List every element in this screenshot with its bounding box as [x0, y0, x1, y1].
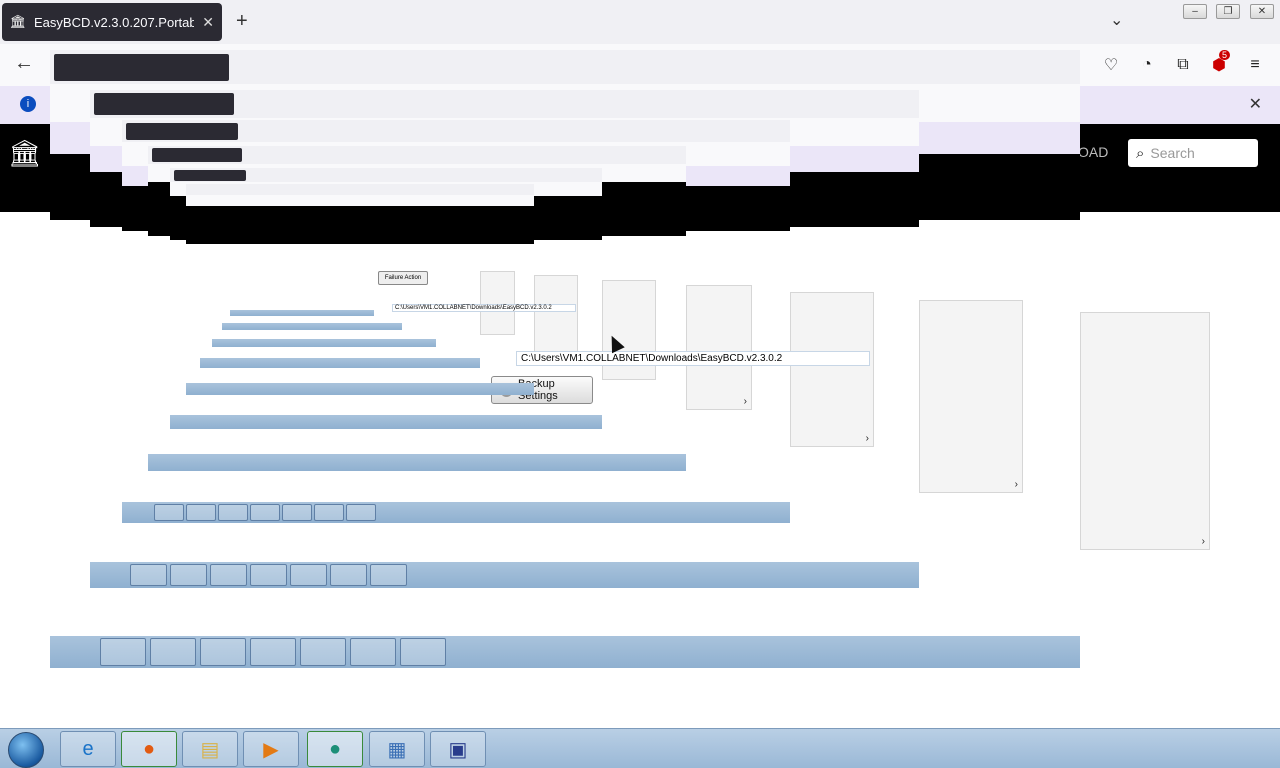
mirrored-taskbar	[230, 310, 374, 316]
minimize-button[interactable]: –	[1183, 4, 1207, 19]
extensions-icon[interactable]: ⧉	[1172, 54, 1194, 76]
close-window-button[interactable]: ✕	[1250, 4, 1274, 19]
back-button[interactable]: ←	[14, 52, 34, 75]
tab-title: EasyBCD.v2.3.0.207.Portable dir	[34, 14, 195, 30]
mirrored-taskbar	[170, 415, 602, 429]
mirrored-panel: ›	[686, 285, 752, 410]
mirrored-taskbar	[222, 323, 402, 330]
ublock-badge: 5	[1219, 50, 1231, 60]
control-panel-icon[interactable]: ▦	[369, 731, 425, 767]
notification-close-icon[interactable]: ✕	[1249, 94, 1262, 114]
network-icon[interactable]: ●	[307, 731, 363, 767]
firefox-icon[interactable]: ●	[121, 731, 177, 767]
search-icon: ⌕	[1136, 144, 1145, 162]
mirrored-taskbar	[90, 562, 919, 588]
pocket-icon[interactable]: ♡	[1100, 54, 1122, 76]
site-search-box[interactable]: ⌕ Search	[1128, 139, 1258, 167]
info-icon: i	[20, 96, 36, 112]
mirrored-panel: ›	[919, 300, 1023, 493]
media-player-icon[interactable]: ▶	[243, 731, 299, 767]
browser-tab[interactable]: 🏛 EasyBCD.v2.3.0.207.Portable dir ✕	[2, 3, 222, 41]
mirrored-taskbar	[148, 454, 686, 471]
screen: 🏛 EasyBCD.v2.3.0.207.Portable dir ✕ + ⌄ …	[0, 0, 1280, 768]
site-logo-icon[interactable]: 🏛	[8, 138, 41, 168]
nested-frame-6	[186, 184, 534, 244]
menu-icon[interactable]: ≡	[1244, 54, 1266, 76]
tab-close-icon[interactable]: ✕	[202, 14, 214, 31]
path-field[interactable]: C:\Users\VM1.COLLABNET\Downloads\EasyBCD…	[516, 351, 870, 366]
mirrored-taskbar	[212, 339, 436, 347]
mirrored-panel: ›	[790, 292, 874, 447]
sync-icon[interactable]: ◔	[1136, 54, 1158, 76]
mirrored-taskbar	[122, 502, 790, 523]
failure-action-button[interactable]: Failure Action	[378, 271, 428, 285]
mirrored-taskbar	[200, 358, 480, 368]
path-field-small: C:\Users\VM1.COLLABNET\Downloads\EasyBCD…	[392, 304, 576, 312]
ie-icon[interactable]: e	[60, 731, 116, 767]
search-input[interactable]: Search	[1150, 145, 1194, 161]
start-button[interactable]	[8, 732, 44, 768]
mirrored-taskbar	[50, 636, 1080, 668]
mirrored-panel	[480, 271, 515, 335]
mirrored-panel	[534, 275, 578, 355]
remote-desktop-icon[interactable]: ▣	[430, 731, 486, 767]
library-icon: 🏛	[9, 14, 27, 29]
upload-link[interactable]: OAD	[1078, 144, 1108, 160]
explorer-icon[interactable]: ▤	[182, 731, 238, 767]
new-tab-button[interactable]: +	[236, 10, 248, 33]
mirrored-taskbar	[186, 383, 534, 395]
mirrored-panel: ›	[1080, 312, 1210, 550]
restore-button[interactable]: ❐	[1216, 4, 1240, 19]
list-all-tabs-icon[interactable]: ⌄	[1110, 10, 1123, 30]
